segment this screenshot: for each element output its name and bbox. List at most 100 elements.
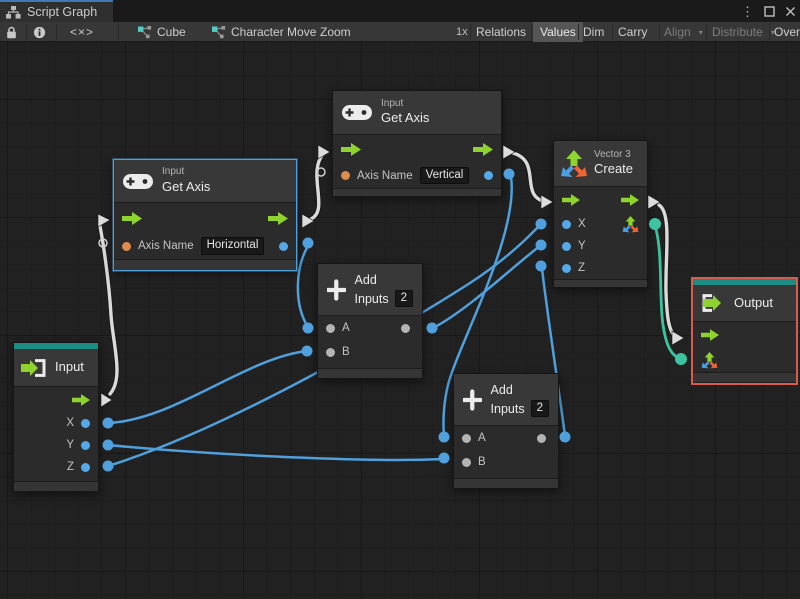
node-footer [14,481,98,491]
vector3-out-port[interactable] [622,215,639,233]
axis-value-port[interactable] [484,171,493,180]
axis-value-port[interactable] [279,241,288,251]
menu-kebab-icon[interactable]: ⋮ [741,5,754,18]
flow-in-port[interactable] [341,142,361,156]
axis-name-port[interactable] [122,241,131,251]
y-out-port[interactable] [81,440,90,450]
toolbar-separator [26,24,27,40]
close-icon[interactable] [785,6,796,17]
code-view-glyph: <×> [70,25,95,39]
breadcrumb-character-move[interactable]: Character Move [212,22,316,42]
node-footer [333,188,501,196]
node-category: Input [162,166,185,178]
info-button[interactable] [33,22,46,42]
align-dropdown[interactable]: Align ▾ [664,22,703,42]
breadcrumb-cube[interactable]: Cube [138,22,186,42]
lock-button[interactable] [6,22,17,42]
flow-out-port[interactable] [72,393,90,406]
graph-branch-icon [138,25,152,38]
inputs-label: Inputs [490,401,525,416]
flow-out-port[interactable] [268,211,288,225]
flow-out-port[interactable] [621,194,639,206]
node-category: Vector 3 [594,148,631,160]
vector3-icon [561,149,587,177]
sum-out-port[interactable] [401,323,410,333]
axis-name-port[interactable] [341,171,350,180]
values-button[interactable]: Values [533,22,583,42]
toolbar-separator [578,24,579,40]
vector3-in-port[interactable] [701,351,718,369]
port-label: X [578,218,586,230]
plus-icon [463,388,482,411]
code-view-button[interactable]: <×> [70,22,94,42]
gamepad-icon [342,105,372,120]
graph-tree-icon [6,5,21,19]
y-port[interactable] [562,241,571,251]
info-icon [33,26,46,38]
toolbar-separator [612,24,613,40]
gamepad-icon [123,173,153,189]
graph-toolbar: <×> Cube Character Move Zoom 1x Relation… [0,22,800,60]
node-footer [693,372,796,382]
tab-script-graph[interactable]: Script Graph [0,0,113,22]
node-title: Input [55,359,84,375]
port-label: A [478,432,486,444]
toolbar-separator [56,24,57,40]
input-a-port[interactable] [462,433,471,443]
node-graph-output-highlight: Output [691,277,798,385]
z-out-port[interactable] [81,462,90,472]
node-add-1[interactable]: Add Inputs 2 A B [317,263,423,379]
node-footer [318,368,422,378]
node-graph-output[interactable]: Output [693,279,796,382]
port-label: Axis Name [357,169,413,182]
node-footer [454,478,558,488]
z-port[interactable] [562,263,571,273]
overview-button[interactable]: Overview [774,22,800,42]
flow-in-port[interactable] [701,329,719,341]
graph-branch-icon [212,25,226,38]
maximize-icon[interactable] [764,5,775,17]
carry-button[interactable]: Carry [618,22,647,42]
x-port[interactable] [562,219,571,229]
input-b-port[interactable] [462,457,471,467]
distribute-dropdown[interactable]: Distribute ▾ [712,22,775,42]
flow-in-port[interactable] [122,211,142,225]
toolbar-separator [769,24,770,40]
tab-title: Script Graph [27,5,98,19]
toolbar-separator [659,24,660,40]
port-label: Y [66,439,74,451]
toolbar-separator [470,24,471,40]
node-title: Add [354,273,377,288]
node-title: Create [594,161,634,177]
graph-input-icon [21,358,46,377]
toolbar-separator [118,24,119,40]
sum-out-port[interactable] [537,433,546,443]
node-get-axis-horizontal[interactable]: Input Get Axis Axis Name Horizontal [113,159,297,271]
flow-out-port[interactable] [473,142,493,156]
node-graph-input[interactable]: Input X Y Z [13,342,99,492]
input-b-port[interactable] [326,347,335,357]
node-category: Input [381,97,404,109]
inputs-count-field[interactable]: 2 [394,289,413,308]
flow-in-port[interactable] [562,194,580,206]
inputs-count-field[interactable]: 2 [530,399,549,418]
node-add-2[interactable]: Add Inputs 2 A B [453,373,559,489]
dim-button[interactable]: Dim [583,22,604,42]
plus-icon [327,278,346,301]
input-a-port[interactable] [326,323,335,333]
relations-button[interactable]: Relations [476,22,526,42]
port-label: Z [578,262,586,274]
x-out-port[interactable] [81,418,90,428]
axis-name-field[interactable]: Vertical [419,166,470,185]
axis-name-field[interactable]: Horizontal [200,237,265,255]
unity-script-graph-window: Script Graph ⋮ <×> Cube Character Move Z… [0,0,800,599]
node-title: Add [490,383,513,398]
node-footer [554,279,647,287]
node-title: Output [734,294,774,310]
node-get-axis-vertical[interactable]: Input Get Axis Axis Name Vertical [332,90,502,197]
toolbar-separator [531,24,532,40]
node-vector3-create[interactable]: Vector 3 Create X Y Z [553,140,648,288]
zoom-value: 1x [456,26,468,38]
port-label: Z [66,461,74,473]
chevron-down-icon: ▾ [698,27,703,37]
